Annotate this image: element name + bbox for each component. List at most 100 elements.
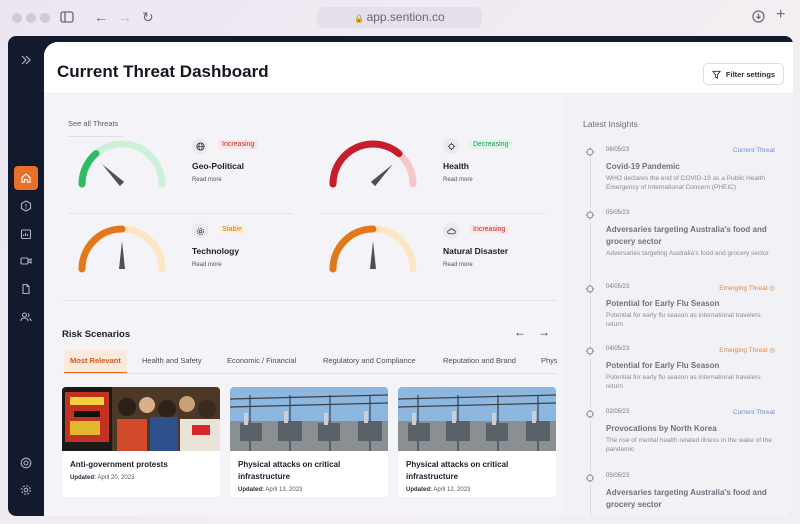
status-badge: Stable [218, 225, 246, 234]
insight-date: 04/05/23 [606, 284, 630, 290]
risk-scenarios-title: Risk Scenarios [62, 329, 131, 340]
users-icon [20, 312, 32, 322]
filter-settings-button[interactable]: Filter settings [703, 63, 784, 85]
app-window: Current Threat Dashboard Filter settings… [8, 36, 793, 516]
scenario-updated: Updated: April 13, 2023 [238, 487, 303, 493]
scenario-card-infrastructure-1[interactable]: Physical attacks on critical infrastruct… [230, 387, 388, 497]
threat-card-natural-disaster[interactable]: Increasing Natural Disaster Read more [323, 217, 548, 292]
sidebar-item-users[interactable] [14, 305, 38, 329]
tab-physical[interactable]: Phys [541, 350, 557, 373]
threat-name: Technology [192, 246, 240, 256]
insight-title: Provocations by North Korea [606, 424, 717, 433]
filter-icon [711, 70, 721, 79]
double-chevron-right-icon [21, 55, 31, 65]
status-badge: Increasing [218, 140, 259, 149]
tab-health-and-safety[interactable]: Health and Safety [142, 350, 202, 373]
window-zoom-button[interactable] [40, 13, 50, 23]
scenario-card-protests[interactable]: Anti-government protests Updated: April … [62, 387, 220, 497]
document-icon [22, 283, 30, 295]
risk-scenario-tabs: Most Relevant Health and Safety Economic… [62, 350, 557, 374]
insight-title: Potential for Early Flu Season [606, 361, 720, 370]
cloud-icon [443, 223, 459, 239]
crosshair-icon [583, 282, 597, 296]
tab-most-relevant[interactable]: Most Relevant [64, 350, 127, 373]
insight-description: Potential for early flu season as intern… [606, 374, 761, 390]
main-content: Current Threat Dashboard Filter settings… [44, 42, 793, 516]
lock-icon: 🔒 [354, 14, 367, 23]
sidebar-item-settings[interactable] [14, 478, 38, 502]
new-tab-icon[interactable]: + [776, 7, 785, 23]
insight-date: 02/05/23 [606, 409, 630, 415]
threat-card-geo-political[interactable]: Increasing Geo-Political Read more [72, 132, 297, 207]
hexagon-alert-icon [20, 200, 32, 212]
threat-card-technology[interactable]: Stable Technology Read more [72, 217, 297, 292]
threat-name: Health [443, 161, 469, 171]
crosshair-icon [583, 145, 597, 159]
insight-description: Potential for early flu season as intern… [606, 312, 761, 328]
address-bar[interactable]: 🔒 app.sention.co [317, 7, 482, 28]
crosshair-icon [583, 208, 597, 222]
scenario-title: Physical attacks on critical infrastruct… [406, 460, 509, 481]
scenario-updated: Updated: April 20, 2023 [70, 475, 135, 481]
timeline-line [590, 147, 591, 516]
threat-card-health[interactable]: Decreasing Health Read more [323, 132, 548, 207]
sidebar-item-reports[interactable] [14, 222, 38, 246]
scenario-card-infrastructure-2[interactable]: Physical attacks on critical infrastruct… [398, 387, 556, 497]
insight-date: 05/05/23 [606, 473, 630, 479]
substation-image [230, 387, 388, 451]
read-more-link[interactable]: Read more [443, 262, 473, 268]
sidebar-item-threats[interactable] [14, 194, 38, 218]
insight-title: Adversaries targeting Australia's food a… [606, 225, 767, 246]
window-minimize-button[interactable] [26, 13, 36, 23]
divider [62, 300, 557, 301]
browser-toolbar: ← → ↻ 🔒 app.sention.co + [0, 0, 800, 36]
insight-tag: Emerging Threat ◎ [719, 285, 775, 292]
insight-date: 05/05/23 [606, 210, 630, 216]
crosshair-icon [583, 344, 597, 358]
read-more-link[interactable]: Read more [443, 177, 473, 183]
next-arrow-icon[interactable]: → [538, 325, 550, 339]
divider [68, 213, 293, 214]
scenario-title: Anti-government protests [70, 460, 168, 469]
threat-name: Geo-Political [192, 161, 244, 171]
gear-icon [21, 485, 31, 495]
download-icon[interactable] [752, 10, 765, 26]
report-icon [20, 229, 32, 240]
dashboard-main: See all Threats Increasing Geo-Political R… [44, 95, 564, 516]
insight-tag: Current Threat [732, 147, 775, 154]
sidebar-item-help[interactable] [14, 451, 38, 475]
reload-icon[interactable]: ↻ [142, 10, 154, 24]
back-icon[interactable]: ← [94, 10, 108, 24]
insight-description: The rise of mental health related illnes… [606, 437, 772, 453]
protest-image [62, 387, 220, 451]
tab-reputation-brand[interactable]: Reputation and Brand [443, 350, 516, 373]
home-icon [21, 173, 31, 183]
read-more-link[interactable]: Read more [192, 177, 222, 183]
threat-gauge [78, 225, 166, 273]
status-badge: Decreasing [469, 140, 513, 149]
divider [320, 213, 545, 214]
window-close-button[interactable] [12, 13, 22, 23]
page-title: Current Threat Dashboard [57, 62, 269, 81]
insight-title: Covid-19 Pandemic [606, 162, 680, 171]
crosshair-icon [583, 471, 597, 485]
lifebuoy-icon [20, 457, 32, 469]
read-more-link[interactable]: Read more [192, 262, 222, 268]
tab-regulatory-compliance[interactable]: Regulatory and Compliance [323, 350, 416, 373]
insight-date: 04/05/23 [606, 346, 630, 352]
sidebar-toggle-icon[interactable] [60, 11, 74, 26]
insight-title: Adversaries targeting Australia's food a… [606, 488, 767, 509]
sidebar-item-home[interactable] [14, 166, 38, 190]
expand-sidebar-button[interactable] [14, 48, 38, 72]
previous-arrow-icon[interactable]: ← [514, 325, 526, 339]
sidebar-item-documents[interactable] [14, 277, 38, 301]
virus-icon [443, 138, 459, 154]
threat-gauge [78, 140, 166, 188]
insight-description: WHO declares the end of COVID-19 as a Pu… [606, 175, 765, 191]
insight-title: Potential for Early Flu Season [606, 299, 720, 308]
sidebar-item-media[interactable] [14, 249, 38, 273]
forward-icon[interactable]: → [118, 10, 132, 24]
globe-icon [192, 138, 208, 154]
status-badge: Increasing [469, 225, 510, 234]
tab-economic-financial[interactable]: Economic / Financial [227, 350, 296, 373]
